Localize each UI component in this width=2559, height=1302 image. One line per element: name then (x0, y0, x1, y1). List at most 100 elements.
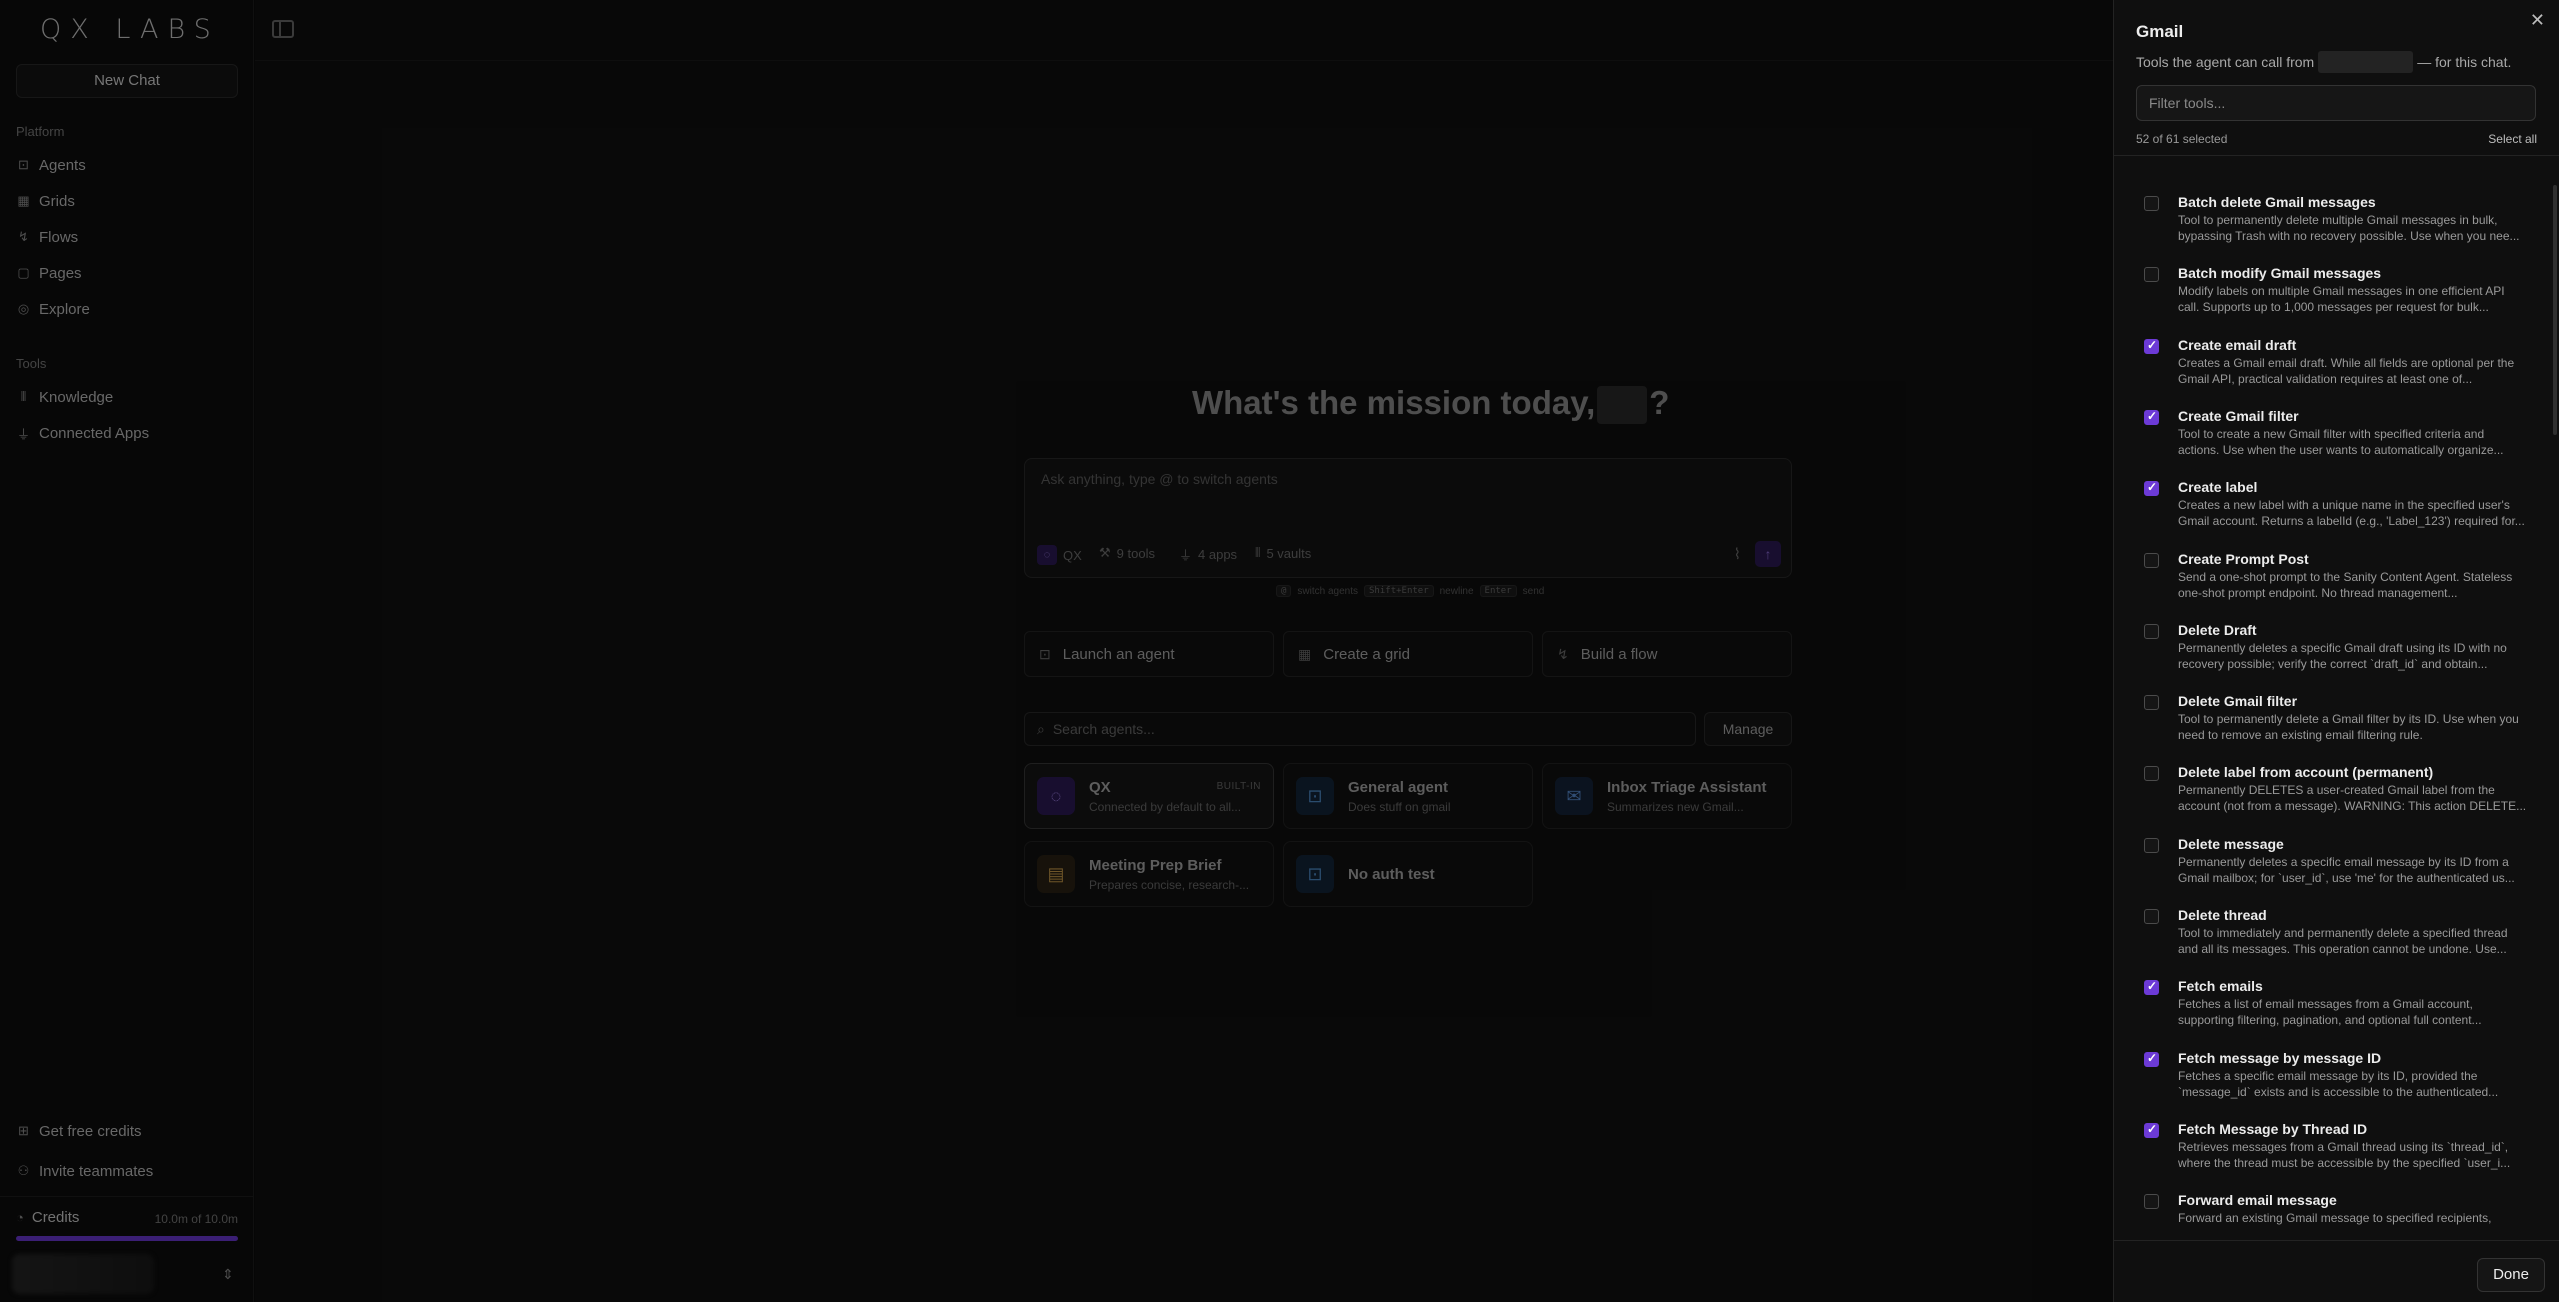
sidebar-item-label: Connected Apps (39, 424, 150, 442)
tool-checkbox[interactable] (2144, 552, 2159, 568)
filter-tools-input[interactable] (2136, 85, 2536, 121)
get-free-credits-link[interactable]: ⊞ Get free credits (16, 1119, 142, 1143)
agent-subtitle: Connected by default to all... (1089, 800, 1242, 814)
tool-list: Batch delete Gmail messages Tool to perma… (2114, 156, 2559, 1238)
hint-newline-label: newline (1439, 585, 1474, 597)
library-icon: ⫴ (20, 389, 27, 404)
panel-subtitle: Tools the agent can call from — for this… (2136, 51, 2511, 73)
compass-icon: ◎ (17, 301, 30, 316)
tool-checkbox[interactable] (2144, 267, 2159, 283)
invite-teammates-label: Invite teammates (39, 1162, 154, 1180)
sidebar-item-explore[interactable]: ◎ Explore (16, 297, 90, 321)
agent-subtitle: Does stuff on gmail (1348, 800, 1451, 814)
hero-suffix: ? (1649, 384, 1670, 421)
new-chat-button[interactable]: New Chat (16, 64, 238, 98)
tool-checkbox[interactable] (2144, 695, 2159, 711)
agent-card-general[interactable]: ⊡ General agent Does stuff on gmail (1283, 763, 1533, 829)
sidebar: QX LABS New Chat Platform ⊡ Agents ▦ Gri… (0, 0, 254, 1302)
send-button[interactable]: ↑ (1755, 541, 1781, 567)
tool-checkbox[interactable] (2144, 480, 2159, 497)
sidebar-item-flows[interactable]: ↯ Flows (16, 225, 78, 249)
agent-card-no-auth-test[interactable]: ⊡ No auth test (1283, 841, 1533, 907)
close-icon[interactable]: ✕ (2530, 10, 2545, 31)
sidebar-item-knowledge[interactable]: ⫴ Knowledge (16, 385, 113, 409)
plug-icon: ⏚ (1179, 548, 1193, 563)
apps-chip-label: 4 apps (1198, 547, 1238, 562)
credits-progress-bar (16, 1236, 238, 1241)
apps-chip[interactable]: ⏚ 4 apps (1179, 545, 1237, 564)
tool-checkbox[interactable] (2144, 1051, 2159, 1067)
launch-agent-button[interactable]: ⊡ Launch an agent (1024, 631, 1274, 677)
select-all-button[interactable]: Select all (2488, 132, 2537, 146)
tool-description: Tool to create a new Gmail filter with s… (2178, 426, 2504, 457)
paperclip-icon[interactable]: ⌇ (1734, 545, 1741, 563)
hint-switch-label: switch agents (1297, 585, 1359, 597)
inbox-icon: ✉ (1555, 777, 1593, 815)
tools-panel: ✕ Gmail Tools the agent can call from — … (2113, 0, 2559, 1302)
tool-checkbox[interactable] (2144, 338, 2159, 354)
done-button[interactable]: Done (2477, 1258, 2545, 1292)
qx-agent-icon: ◌ (1037, 777, 1075, 815)
page-title: What's the mission today,? (1192, 384, 1670, 425)
invite-teammates-link[interactable]: ⚇ Invite teammates (16, 1159, 154, 1183)
agent-card-qx[interactable]: ◌ QX Connected by default to all... BUIL… (1024, 763, 1274, 829)
create-grid-button[interactable]: ▦ Create a grid (1283, 631, 1533, 677)
credits-label[interactable]: ◔ Credits (16, 1209, 79, 1226)
tool-checkbox[interactable] (2144, 909, 2159, 924)
tool-name: Batch delete Gmail messages (2178, 194, 2376, 210)
built-in-badge: BUILT-IN (1216, 781, 1261, 792)
qx-agent-icon: ◌ (1037, 545, 1057, 565)
tool-checkbox[interactable] (2144, 196, 2159, 211)
tools-chip[interactable]: ⚒ 9 tools (1099, 545, 1155, 561)
agent-title: Meeting Prep Brief (1089, 857, 1222, 874)
tool-checkbox[interactable] (2144, 837, 2159, 853)
search-icon: ⌕ (1037, 720, 1045, 737)
account-avatar[interactable] (12, 1254, 154, 1294)
sidebar-toggle-icon[interactable] (272, 20, 294, 38)
tool-name: Delete message (2178, 835, 2284, 852)
sidebar-item-label: Knowledge (39, 388, 114, 406)
tool-name: Delete label from account (permanent) (2178, 764, 2434, 781)
robot-icon: ⊡ (1039, 645, 1051, 662)
manage-agents-button[interactable]: Manage (1704, 712, 1792, 746)
tool-list-scrollbar[interactable] (2553, 185, 2557, 435)
sidebar-item-label: Grids (39, 192, 75, 210)
tool-checkbox[interactable] (2144, 1122, 2159, 1138)
arrow-up-icon: ↑ (1764, 546, 1772, 562)
credits-value: 10.0m of 10.0m (154, 1212, 238, 1226)
tool-checkbox[interactable] (2144, 979, 2159, 996)
sidebar-item-label: Explore (39, 300, 90, 318)
get-free-credits-label: Get free credits (39, 1122, 142, 1140)
tool-description: Fetches a specific email message by its … (2178, 1068, 2499, 1099)
tool-name: Delete Draft (2178, 621, 2257, 638)
build-flow-button[interactable]: ↯ Build a flow (1542, 631, 1792, 677)
robot-icon: ⊡ (1296, 777, 1334, 815)
vaults-chip[interactable]: ⫴ 5 vaults (1255, 545, 1311, 561)
tool-name: Forward email message (2178, 1192, 2337, 1209)
app-logo[interactable]: QX LABS (40, 14, 220, 45)
page-icon: ▢ (17, 265, 30, 280)
tool-name: Create Prompt Post (2178, 550, 2309, 567)
tool-checkbox[interactable] (2144, 766, 2159, 782)
agent-search-input[interactable] (1052, 721, 1653, 737)
tool-description: Tool to permanently delete a Gmail filte… (2178, 712, 2519, 743)
sidebar-item-connected-apps[interactable]: ⏚ Connected Apps (16, 421, 149, 445)
tool-checkbox[interactable] (2144, 409, 2159, 425)
sidebar-item-grids[interactable]: ▦ Grids (16, 189, 75, 213)
tool-description: Tool to permanently delete multiple Gmai… (2178, 213, 2520, 243)
tool-checkbox[interactable] (2144, 1194, 2159, 1210)
topbar-divider (255, 60, 2113, 61)
agent-card-inbox-triage[interactable]: ✉ Inbox Triage Assistant Summarizes new … (1542, 763, 1792, 829)
tool-checkbox[interactable] (2144, 623, 2159, 639)
tool-name: Batch modify Gmail messages (2178, 265, 2382, 282)
sidebar-item-pages[interactable]: ▢ Pages (16, 261, 81, 285)
agent-selector-chip[interactable]: ◌ QX (1037, 545, 1082, 565)
tools-section-label: Tools (16, 356, 47, 371)
flow-icon: ↯ (1557, 645, 1569, 662)
chat-input[interactable] (1041, 471, 1761, 487)
chevron-updown-icon[interactable]: ⇕ (222, 1266, 234, 1283)
tool-name: Create Gmail filter (2178, 407, 2299, 424)
agent-card-meeting-prep[interactable]: ▤ Meeting Prep Brief Prepares concise, r… (1024, 841, 1274, 907)
sidebar-item-agents[interactable]: ⊡ Agents (16, 153, 86, 177)
sidebar-divider (0, 1196, 253, 1197)
